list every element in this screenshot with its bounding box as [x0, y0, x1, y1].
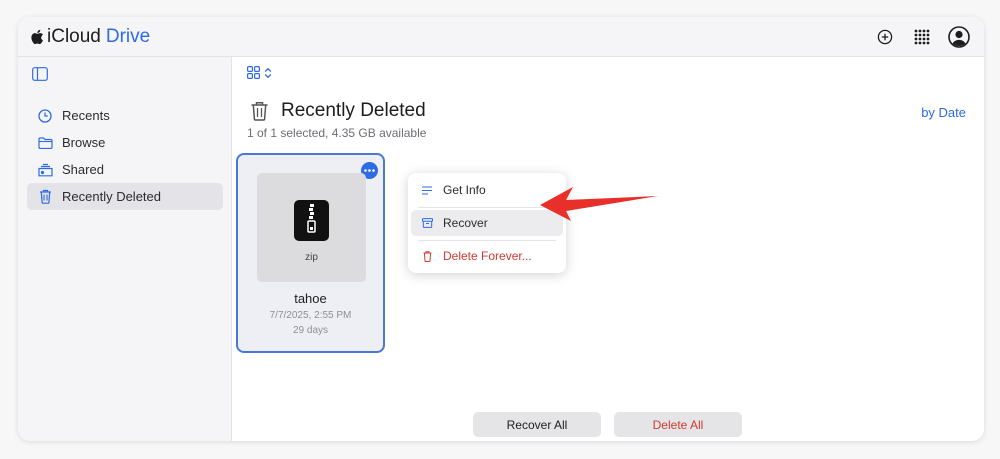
sidebar-item-label: Recently Deleted — [62, 189, 161, 204]
trash-icon — [421, 250, 433, 262]
file-type-label: zip — [305, 252, 318, 263]
sidebar-item-recents[interactable]: Recents — [27, 102, 223, 129]
main-content: Recently Deleted 1 of 1 selected, 4.35 G… — [232, 57, 984, 441]
add-icon — [877, 29, 893, 45]
recover-box-icon — [421, 218, 433, 228]
sidebar-item-browse[interactable]: Browse — [27, 129, 223, 156]
view-switcher[interactable] — [247, 66, 272, 79]
folder-icon — [37, 135, 53, 151]
file-days-remaining: 29 days — [292, 325, 329, 336]
sidebar-item-label: Browse — [62, 135, 106, 150]
menu-divider — [418, 207, 556, 208]
sort-by-date-button[interactable]: by Date — [921, 105, 966, 120]
menu-item-label: Delete Forever... — [443, 249, 532, 263]
menu-item-label: Recover — [443, 216, 488, 230]
app-brand[interactable]: iCloud Drive — [30, 26, 150, 48]
menu-item-label: Get Info — [443, 183, 486, 197]
apple-logo-icon — [31, 29, 43, 45]
delete-all-button[interactable]: Delete All — [614, 412, 742, 437]
file-item-tahoe[interactable]: zip tahoe 7/7/2025, 2:55 PM 29 days — [236, 153, 385, 353]
page-title: Recently Deleted — [281, 100, 426, 121]
annotation-arrow-icon — [540, 187, 658, 221]
account-icon — [948, 26, 970, 48]
trash-icon — [37, 189, 53, 205]
clock-icon — [37, 108, 53, 124]
apps-button[interactable] — [910, 25, 934, 49]
sidebar-item-label: Shared — [62, 162, 104, 177]
sidebar: Recents Browse Shared Recently Deleted — [18, 57, 232, 441]
zip-file-icon — [294, 200, 329, 241]
selection-status: 1 of 1 selected, 4.35 GB available — [247, 126, 427, 140]
app-grid-icon — [914, 29, 930, 45]
sidebar-item-shared[interactable]: Shared — [27, 156, 223, 183]
page-header: Recently Deleted — [250, 100, 426, 122]
info-lines-icon — [421, 185, 433, 195]
sidebar-item-label: Recents — [62, 108, 110, 123]
add-button[interactable] — [873, 25, 897, 49]
menu-divider — [418, 240, 556, 241]
sidebar-nav: Recents Browse Shared Recently Deleted — [27, 102, 223, 210]
icloud-drive-window: iCloud Drive Recents Browse Shared Recen… — [18, 17, 984, 441]
file-deleted-date: 7/7/2025, 2:55 PM — [269, 310, 352, 321]
ellipsis-icon — [364, 169, 375, 172]
file-name: tahoe — [294, 291, 327, 306]
app-name-suffix: Drive — [105, 26, 151, 47]
file-thumbnail: zip — [257, 173, 366, 282]
sidebar-item-recently-deleted[interactable]: Recently Deleted — [27, 183, 223, 210]
menu-item-delete-forever[interactable]: Delete Forever... — [411, 243, 563, 269]
top-bar: iCloud Drive — [18, 17, 984, 57]
sidebar-toggle-icon — [32, 67, 48, 81]
shared-folder-icon — [37, 162, 53, 178]
app-name: iCloud — [47, 26, 101, 47]
sidebar-toggle-button[interactable] — [32, 67, 48, 86]
account-button[interactable] — [947, 25, 971, 49]
chevron-up-down-icon — [264, 67, 272, 78]
recover-all-button[interactable]: Recover All — [473, 412, 601, 437]
trash-icon — [251, 102, 268, 121]
grid-view-icon — [247, 66, 260, 79]
